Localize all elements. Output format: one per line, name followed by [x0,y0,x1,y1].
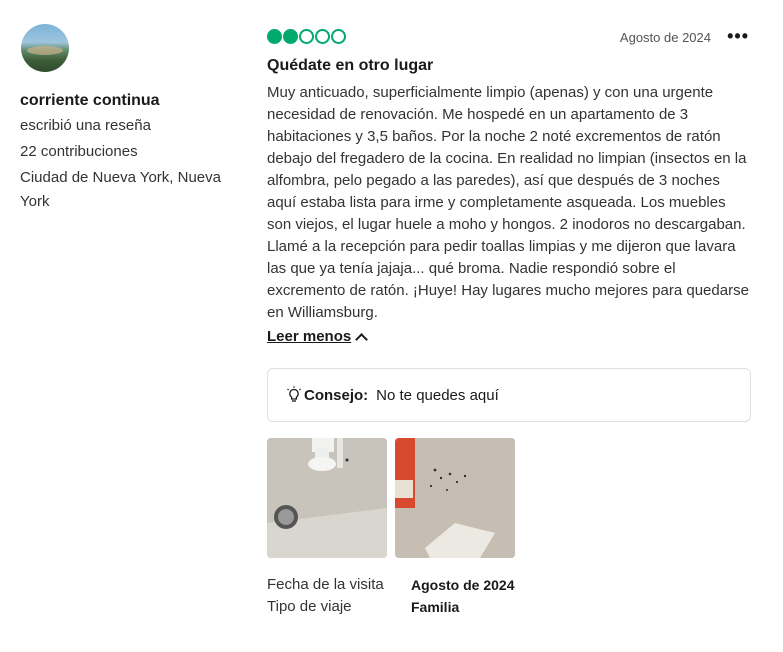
contributions-count: 22 contribuciones [20,143,138,160]
reviewer-name[interactable]: corriente continua [20,92,240,110]
lightbulb-icon [287,386,301,402]
visit-date-value: Agosto de 2024 [411,577,515,593]
review-photos [267,438,751,558]
review-date: Agosto de 2024 [619,30,711,45]
reviewer-location: Ciudad de Nueva York, Nueva York [20,169,221,210]
tip-label: Consejo: [304,386,369,404]
review-title[interactable]: Quédate en otro lugar [267,57,751,75]
reviewer-panel: corriente continua escribió una reseña 2… [20,24,240,214]
rating-bubble-empty [331,29,346,44]
review-panel: Agosto de 2024 ••• Quédate en otro lugar… [267,26,751,618]
visit-date-label: Fecha de la visita [267,576,384,593]
review-text: Muy anticuado, superficialmente limpio (… [267,84,749,321]
avatar[interactable] [21,24,69,72]
photo-2-image [395,438,515,558]
rating-bubble-filled [283,29,298,44]
read-less-link[interactable]: Leer menos [267,328,369,346]
rating-bubble-empty [299,29,314,44]
rating-bubble-empty [315,29,330,44]
more-options-icon[interactable]: ••• [727,26,749,47]
review-photo[interactable] [395,438,515,558]
read-less-label: Leer menos [267,328,352,345]
tip-text: No te quedes aquí [376,386,499,404]
trip-details: Fecha de la visita Tipo de viaje Agosto … [267,574,751,618]
review-photo[interactable] [267,438,387,558]
tip-box: Consejo: No te quedes aquí [267,368,751,422]
rating-bubble-filled [267,29,282,44]
photo-1-image [267,438,387,558]
trip-type-value: Familia [411,599,460,615]
review-action: escribió una reseña [20,117,151,134]
trip-type-label: Tipo de viaje [267,598,352,615]
chevron-up-icon [355,332,369,346]
